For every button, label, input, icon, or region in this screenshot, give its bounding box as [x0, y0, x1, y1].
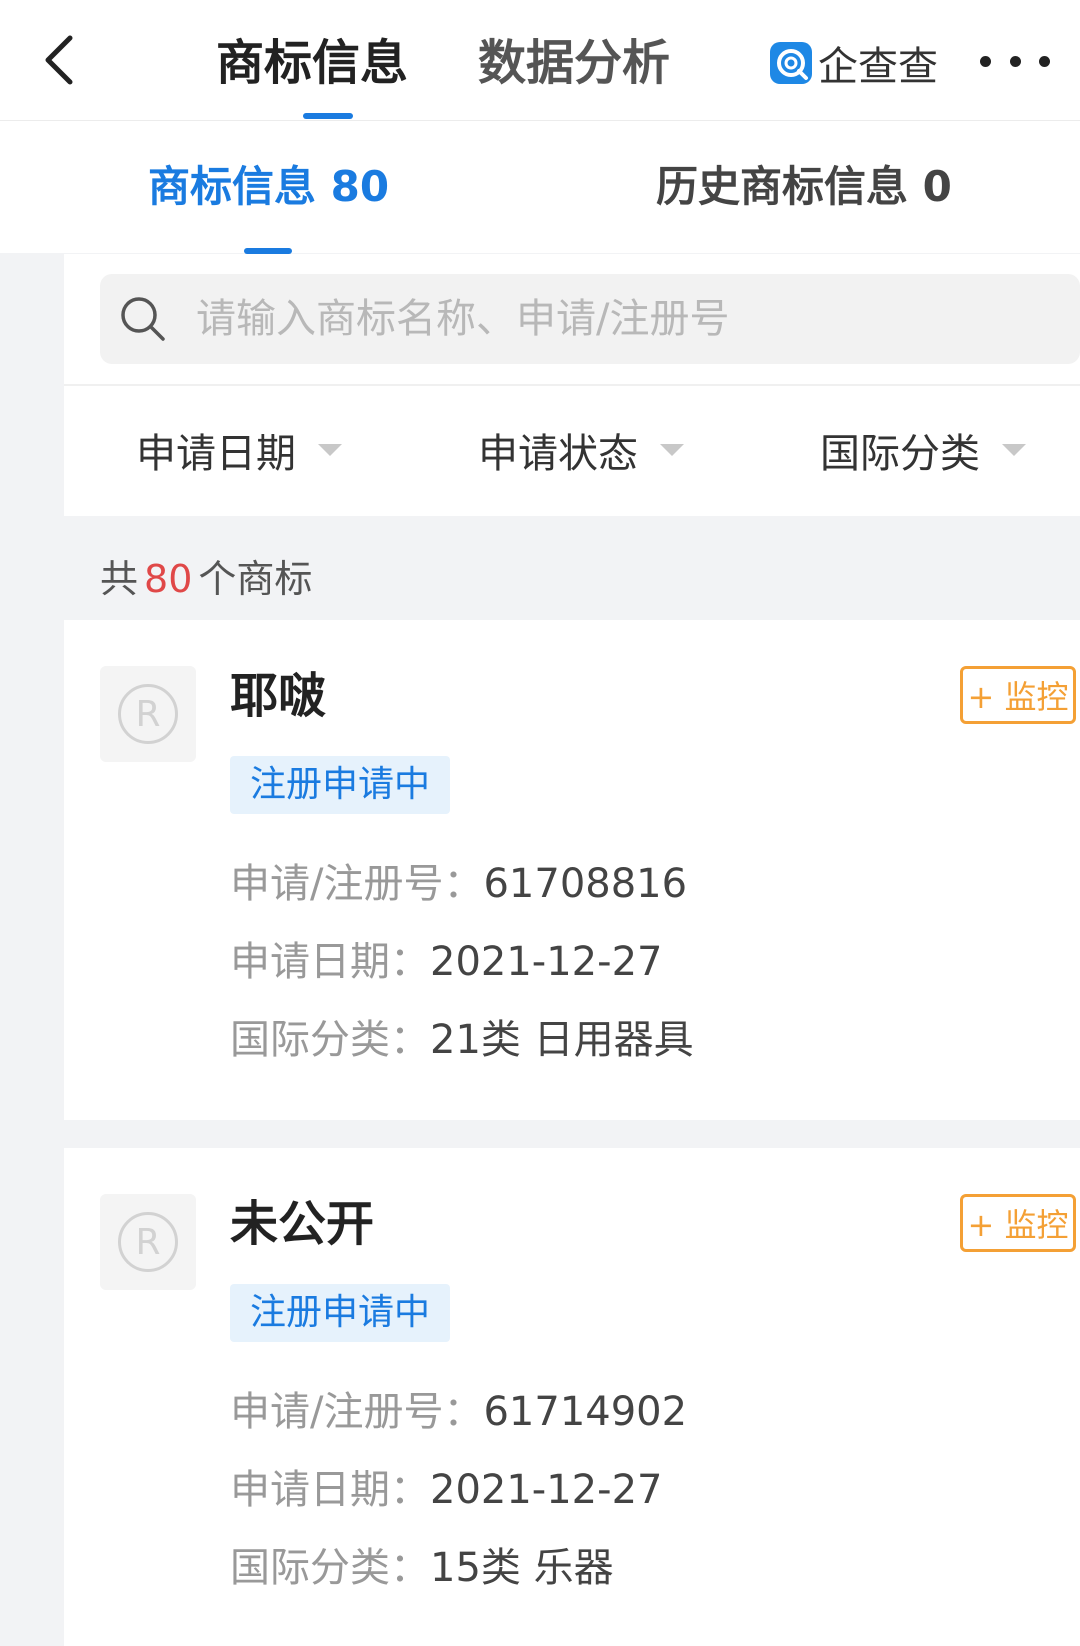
- brand-name: 企查查: [818, 44, 938, 90]
- field-value: 61714902: [483, 1389, 688, 1435]
- field-intl-class: 国际分类：15类 乐器: [230, 1540, 614, 1596]
- status-badge: 注册申请中: [230, 1284, 451, 1342]
- qichacha-logo-icon: [770, 42, 812, 84]
- status-badge: 注册申请中: [230, 756, 451, 814]
- count-suffix: 个商标: [198, 557, 313, 601]
- field-value: 15类 乐器: [430, 1545, 614, 1591]
- more-dot: [1039, 55, 1050, 67]
- more-dot: [1009, 55, 1021, 67]
- monitor-button[interactable]: + 监控: [960, 1194, 1076, 1252]
- field-value: 21类 日用器具: [430, 1017, 694, 1063]
- field-value: 2021-12-27: [430, 939, 663, 985]
- trademark-card[interactable]: R 未公开 + 监控 注册申请中 申请/注册号：61714902 申请日期：20…: [64, 1148, 1080, 1646]
- filter-apply-date[interactable]: 申请日期: [136, 420, 342, 480]
- field-apply-date: 申请日期：2021-12-27: [230, 1462, 662, 1518]
- registered-mark-icon: R: [118, 684, 178, 744]
- filter-label: 申请日期: [136, 431, 296, 477]
- filter-apply-status[interactable]: 申请状态: [478, 420, 684, 480]
- top-bar: 商标信息 数据分析 企查查: [0, 0, 1080, 121]
- back-button[interactable]: [40, 30, 100, 90]
- field-reg-no: 申请/注册号：61714902: [230, 1384, 687, 1440]
- field-label: 国际分类：: [230, 1017, 430, 1063]
- field-intl-class: 国际分类：21类 日用器具: [230, 1012, 694, 1068]
- divider: [64, 384, 1080, 386]
- field-value: 61708816: [483, 861, 688, 907]
- trademark-name: 耶啵: [230, 668, 327, 724]
- field-label: 申请日期：: [230, 1467, 430, 1513]
- trademark-name: 未公开: [230, 1196, 375, 1252]
- search-icon: [121, 297, 165, 341]
- tab-data-analysis[interactable]: 数据分析: [478, 28, 670, 98]
- monitor-button[interactable]: + 监控: [960, 666, 1076, 724]
- count-prefix: 共: [100, 557, 139, 601]
- active-tab-indicator: [303, 113, 353, 119]
- count-number: 80: [144, 557, 193, 601]
- subtab-bar: 商标信息 80 历史商标信息 0: [0, 121, 1080, 253]
- caret-down-icon: [318, 444, 342, 456]
- more-dots-icon: [980, 55, 991, 67]
- trademark-card[interactable]: R 耶啵 + 监控 注册申请中 申请/注册号：61708816 申请日期：202…: [64, 620, 1080, 1120]
- field-label: 国际分类：: [230, 1545, 430, 1591]
- search-box[interactable]: [100, 274, 1080, 364]
- field-label: 申请/注册号：: [230, 1389, 484, 1435]
- field-apply-date: 申请日期：2021-12-27: [230, 934, 662, 990]
- filter-label: 国际分类: [820, 431, 980, 477]
- result-count: 共 80 个商标: [100, 548, 312, 603]
- caret-down-icon: [1002, 444, 1026, 456]
- field-reg-no: 申请/注册号：61708816: [230, 856, 687, 912]
- field-label: 申请日期：: [230, 939, 430, 985]
- field-label: 申请/注册号：: [230, 861, 484, 907]
- registered-mark-icon: R: [118, 1212, 178, 1272]
- search-input[interactable]: [196, 274, 1056, 364]
- more-menu-button[interactable]: [980, 46, 1050, 76]
- filter-label: 申请状态: [478, 431, 638, 477]
- subtab-trademark-info[interactable]: 商标信息 80: [148, 159, 389, 215]
- filter-intl-class[interactable]: 国际分类: [820, 420, 1026, 480]
- trademark-logo: R: [100, 1194, 196, 1290]
- subtab-history-trademark[interactable]: 历史商标信息 0: [656, 159, 952, 215]
- trademark-logo: R: [100, 666, 196, 762]
- tab-trademark-info[interactable]: 商标信息: [216, 28, 408, 98]
- chevron-left-icon: [45, 35, 73, 85]
- field-value: 2021-12-27: [430, 1467, 663, 1513]
- caret-down-icon: [660, 444, 684, 456]
- brand[interactable]: 企查查: [770, 38, 938, 90]
